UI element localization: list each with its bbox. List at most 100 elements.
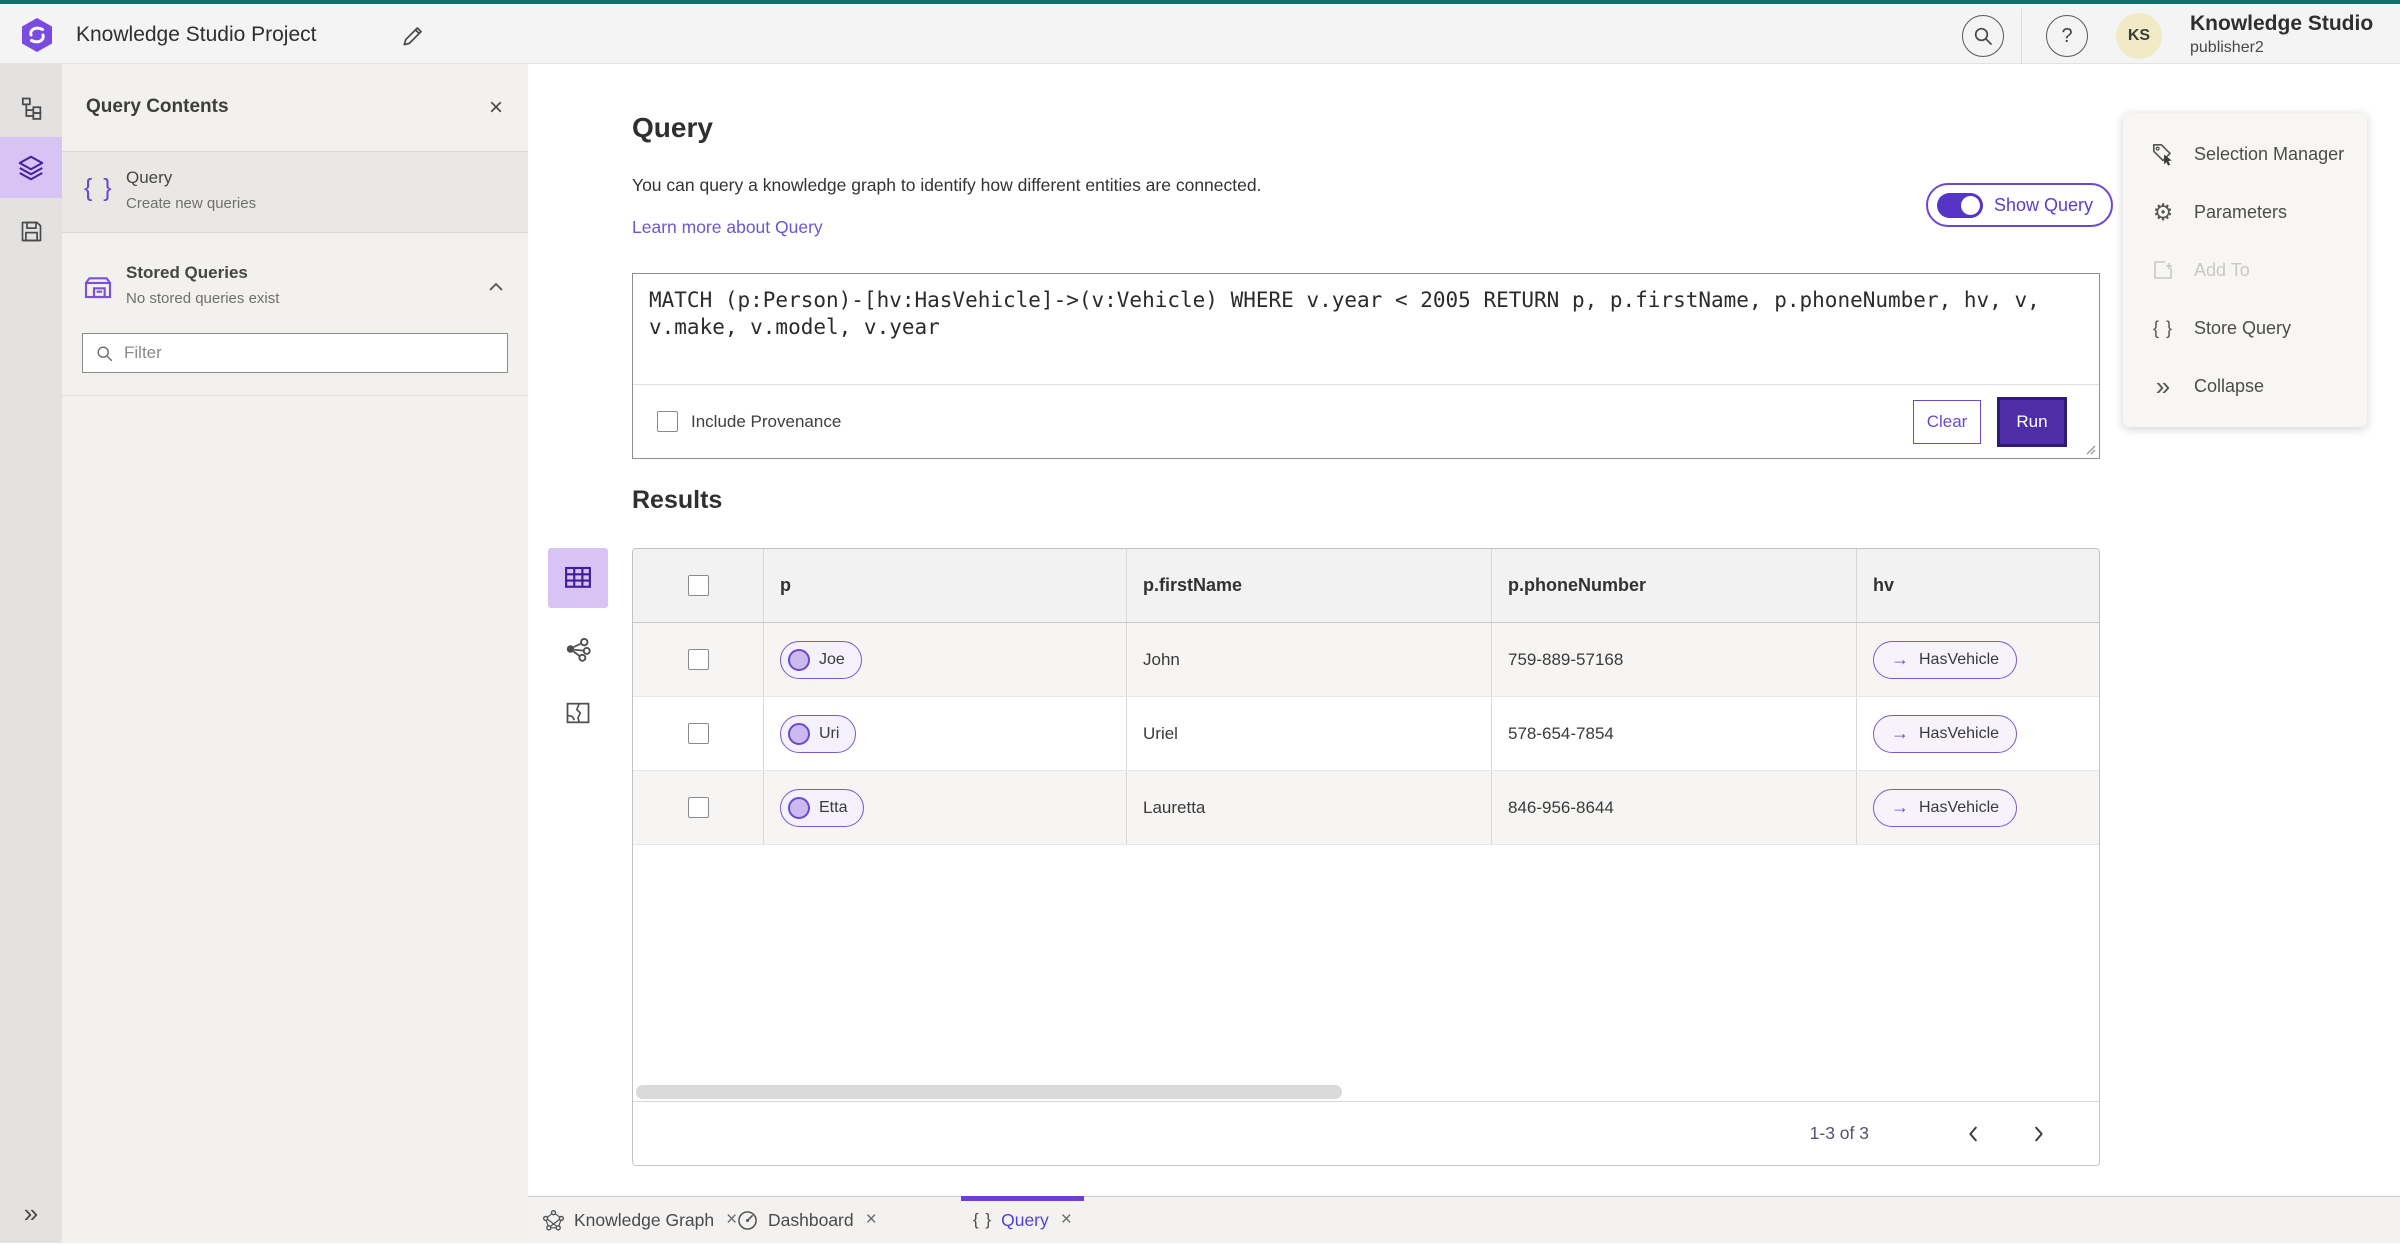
entity-pill[interactable]: Joe <box>780 640 862 679</box>
clear-button[interactable]: Clear <box>1913 399 1981 444</box>
collapse-section-button[interactable] <box>482 273 510 301</box>
select-all-checkbox[interactable] <box>687 575 709 596</box>
column-header-phonenumber[interactable]: p.phoneNumber <box>1491 549 1856 622</box>
row-checkbox[interactable] <box>687 797 709 818</box>
firstname-cell: John <box>1126 623 1491 696</box>
phone-cell: 759-889-57168 <box>1491 623 1856 696</box>
entity-cell: Uri <box>763 697 1126 770</box>
run-button[interactable]: Run <box>1997 396 2067 447</box>
table-header-row: p p.firstName p.phoneNumber hv <box>633 549 2099 623</box>
entity-dot-icon <box>788 796 810 819</box>
include-provenance-label: Include Provenance <box>691 411 842 431</box>
selection-manager-label: Selection Manager <box>2194 143 2345 164</box>
horizontal-scrollbar[interactable] <box>636 1085 1342 1099</box>
entity-pill[interactable]: Etta <box>780 788 865 827</box>
query-editor-footer: Include Provenance Clear Run <box>633 385 2099 458</box>
knowledge-studio-logo[interactable] <box>18 16 56 54</box>
query-textarea[interactable]: MATCH (p:Person)-[hv:HasVehicle]->(v:Veh… <box>633 274 2099 385</box>
row-select-cell <box>633 771 763 844</box>
parameters-button[interactable]: ⚙ Parameters <box>2123 183 2367 241</box>
firstname-cell: Lauretta <box>1126 771 1491 844</box>
arrow-right-icon: → <box>1891 723 1909 743</box>
avatar[interactable]: KS <box>2116 13 2162 59</box>
entity-pill-label: Joe <box>819 650 845 668</box>
search-icon <box>1974 27 1992 45</box>
view-table-button[interactable] <box>548 548 608 608</box>
hexagon-logo-icon <box>22 18 52 52</box>
view-graph-button[interactable] <box>555 626 601 672</box>
table-row: Etta Lauretta 846-956-8644 → HasVehicle <box>633 771 2099 845</box>
search-icon <box>95 344 114 363</box>
panel-title: Query Contents <box>86 96 229 117</box>
question-mark-icon: ? <box>2061 24 2073 47</box>
rail-expand-button[interactable]: » <box>0 1187 62 1239</box>
learn-more-link[interactable]: Learn more about Query <box>632 217 823 238</box>
collapse-panel-button[interactable]: » Collapse <box>2123 357 2367 415</box>
include-provenance-checkbox[interactable] <box>657 411 678 432</box>
double-chevron-right-icon: » <box>23 1197 39 1228</box>
rail-item-contents[interactable] <box>0 137 62 198</box>
view-map-button[interactable] <box>555 690 601 736</box>
tab-dashboard[interactable]: Dashboard × <box>724 1196 889 1244</box>
next-page-button[interactable] <box>2021 1117 2055 1151</box>
filter-input[interactable] <box>124 334 507 372</box>
selection-manager-button[interactable]: Selection Manager <box>2123 125 2367 183</box>
map-icon <box>566 702 590 724</box>
table-row: Uri Uriel 578-654-7854 → HasVehicle <box>633 697 2099 771</box>
firstname-cell: Uriel <box>1126 697 1491 770</box>
show-query-toggle[interactable]: Show Query <box>1926 183 2114 227</box>
row-select-cell <box>633 697 763 770</box>
entity-pill[interactable]: Uri <box>780 714 857 753</box>
column-header-hv[interactable]: hv <box>1856 549 2099 622</box>
relationship-pill-label: HasVehicle <box>1919 724 2000 742</box>
column-header-p[interactable]: p <box>763 549 1126 622</box>
phone-cell: 846-956-8644 <box>1491 771 1856 844</box>
panel-divider <box>62 395 528 396</box>
edit-project-title-button[interactable] <box>398 21 428 51</box>
chevron-up-icon <box>489 282 503 291</box>
relationship-pill[interactable]: → HasVehicle <box>1873 640 2018 679</box>
rail-item-save[interactable] <box>0 205 62 257</box>
sidebar-item-query[interactable]: { } Query Create new queries <box>62 152 528 233</box>
close-icon: × <box>488 94 503 121</box>
parameters-label: Parameters <box>2194 201 2288 222</box>
close-tab-icon[interactable]: × <box>866 1209 877 1231</box>
stored-queries-label: Stored Queries <box>126 263 248 282</box>
column-header-firstname[interactable]: p.firstName <box>1126 549 1491 622</box>
panel-close-button[interactable]: × <box>478 90 514 126</box>
relationship-pill[interactable]: → HasVehicle <box>1873 714 2018 753</box>
braces-icon: { } <box>2152 317 2174 338</box>
store-query-label: Store Query <box>2194 317 2292 338</box>
store-query-button[interactable]: { } Store Query <box>2123 299 2367 357</box>
query-item-label: Query <box>126 168 173 187</box>
search-button[interactable] <box>1962 15 2004 57</box>
tab-label: Dashboard <box>768 1209 854 1230</box>
previous-page-button[interactable] <box>1957 1117 1991 1151</box>
tab-label: Knowledge Graph <box>574 1209 715 1230</box>
tab-query[interactable]: { } Query × <box>961 1196 1084 1244</box>
braces-icon: { } <box>973 1210 993 1229</box>
relationship-pill-label: HasVehicle <box>1919 798 2000 816</box>
panel-header: Query Contents × <box>62 64 528 152</box>
help-button[interactable]: ? <box>2046 15 2088 57</box>
resize-handle-icon[interactable] <box>2084 443 2096 455</box>
row-select-cell <box>633 623 763 696</box>
tab-knowledge-graph[interactable]: Knowledge Graph × <box>530 1196 749 1244</box>
app-header: Knowledge Studio Project ? KS Knowledge … <box>0 0 2400 64</box>
row-checkbox[interactable] <box>687 723 709 744</box>
selection-manager-icon <box>2149 141 2177 167</box>
relationship-pill[interactable]: → HasVehicle <box>1873 788 2018 827</box>
toggle-switch-icon <box>1937 192 1983 218</box>
rail-item-data-model[interactable] <box>0 83 62 135</box>
relationship-cell: → HasVehicle <box>1856 771 2099 844</box>
app-name: Knowledge Studio <box>2190 12 2374 35</box>
query-contents-panel: Query Contents × { } Query Create new qu… <box>62 64 528 1243</box>
chevron-right-icon <box>2035 1126 2043 1141</box>
stored-queries-section[interactable]: Stored Queries No stored queries exist <box>62 249 528 331</box>
table-row: Joe John 759-889-57168 → HasVehicle <box>633 623 2099 697</box>
username: publisher2 <box>2190 39 2264 56</box>
query-item-description: Create new queries <box>126 195 257 212</box>
row-checkbox[interactable] <box>687 649 709 670</box>
phone-cell: 578-654-7854 <box>1491 697 1856 770</box>
close-tab-icon[interactable]: × <box>1061 1209 1072 1231</box>
